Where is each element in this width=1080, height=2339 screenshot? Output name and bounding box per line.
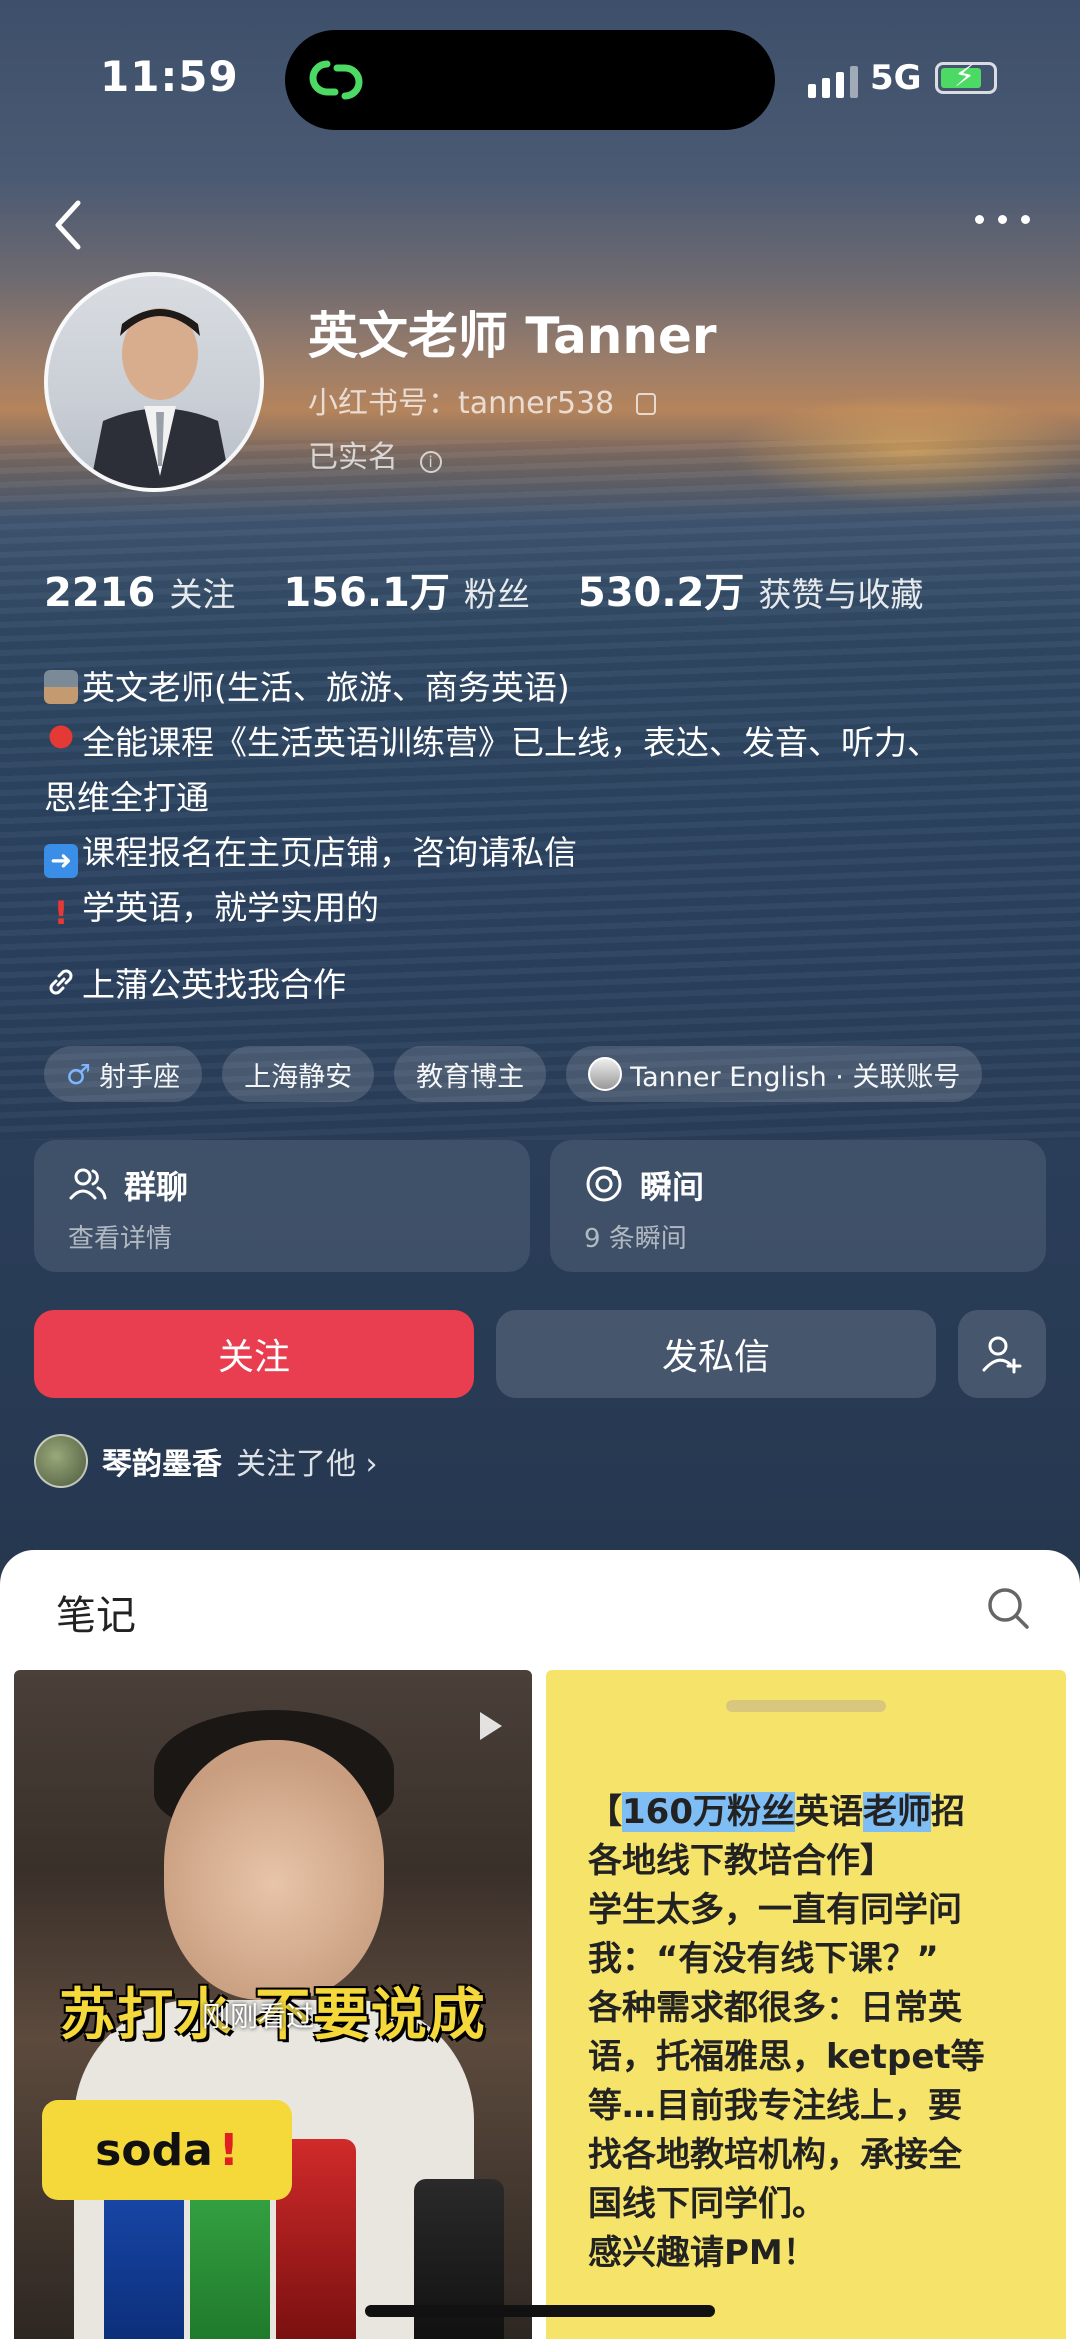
note-line: 各地线下教培合作】 (588, 1841, 894, 1881)
note-line: 【160万粉丝英语老师招 (588, 1792, 965, 1832)
stat-label: 关注 (169, 575, 236, 614)
tag-label: Tanner English · 关联账号 (630, 1061, 961, 1093)
card-title: 瞬间 (640, 1168, 705, 1206)
info-icon[interactable]: i (419, 451, 442, 473)
group-icon (69, 1168, 107, 1200)
message-button[interactable]: 发私信 (496, 1310, 936, 1398)
soda-label: soda! (42, 2100, 292, 2200)
signal-icon (808, 66, 858, 98)
card-title: 群聊 (124, 1168, 189, 1206)
note-line: 各种需求都很多：日常英 (588, 1988, 962, 2028)
stat-value: 530.2万 (577, 570, 745, 616)
teacher-emoji-icon (44, 670, 78, 704)
more-options-icon[interactable] (975, 215, 1030, 224)
stat-value: 156.1万 (283, 570, 450, 616)
card-subtitle: 查看详情 (68, 1224, 173, 1254)
stat-value: 2216 (44, 570, 156, 616)
bio-text: 英文老师(生活、旅游、商务英语) (82, 668, 570, 707)
cooperation-link[interactable]: 上蒲公英找我合作 (44, 958, 346, 1006)
note-card-text[interactable]: 【160万粉丝英语老师招 各地线下教培合作】 学生太多，一直有同学问 我：“有没… (546, 1670, 1066, 2339)
verified-status: 已实名 i (308, 432, 442, 476)
bio-line: 英文老师(生活、旅游、商务英语) (44, 660, 1044, 715)
red-id-text: 小红书号：tanner538 (308, 386, 615, 421)
cooperation-link-text: 上蒲公英找我合作 (82, 965, 346, 1004)
note-line: 等…目前我专注线上，要 (588, 2086, 962, 2126)
arrow-right-emoji-icon: ➜ (44, 844, 78, 878)
note-line: 国线下同学们。 (588, 2184, 826, 2224)
bio-line: 思维全打通 (44, 770, 1044, 825)
tag-category[interactable]: 教育博主 (394, 1046, 547, 1102)
note-text: 【160万粉丝英语老师招 各地线下教培合作】 学生太多，一直有同学问 我：“有没… (588, 1788, 1048, 2278)
moments-card[interactable]: 瞬间 9 条瞬间 (550, 1140, 1046, 1272)
note-line: 找各地教培机构，承接全 (588, 2135, 962, 2175)
tag-zodiac[interactable]: ♂ 射手座 (44, 1046, 203, 1102)
bio-text: 思维全打通 (44, 778, 209, 817)
bio-line: 全能课程《生活英语训练营》已上线，表达、发音、听力、 (44, 715, 1044, 770)
home-indicator[interactable] (365, 2305, 715, 2317)
tag-label: 教育博主 (416, 1061, 525, 1093)
profile-tags: ♂ 射手座 上海静安 教育博主 Tanner English · 关联账号 (44, 1046, 983, 1102)
link-activity-icon (309, 60, 363, 100)
mutual-follower[interactable]: 琴韵墨香 关注了他 › (34, 1434, 378, 1488)
mutual-name: 琴韵墨香 (102, 1447, 222, 1482)
bio-line: ! 学英语，就学实用的 (44, 880, 1044, 935)
thumbnail-face (164, 1740, 384, 2000)
stat-likes[interactable]: 530.2万 获赞与收藏 (578, 560, 924, 618)
linked-account-avatar (588, 1057, 623, 1091)
profile-avatar[interactable] (44, 272, 264, 492)
mutual-avatar (34, 1434, 88, 1488)
bio-text: 学英语，就学实用的 (82, 888, 379, 927)
note-decoration (726, 1700, 886, 1712)
bio-text: 全能课程《生活英语训练营》已上线，表达、发音、听力、 (82, 723, 940, 762)
stat-fans[interactable]: 156.1万 粉丝 (283, 560, 530, 618)
note-line: 我：“有没有线下课？” (588, 1939, 939, 1979)
stat-label: 粉丝 (463, 575, 530, 614)
exclamation-emoji-icon: ! (53, 894, 69, 932)
soda-exclaim: ! (218, 2124, 239, 2176)
stat-following[interactable]: 2216 关注 (44, 568, 235, 616)
red-id[interactable]: 小红书号：tanner538 (308, 378, 656, 422)
note-line: 感兴趣请PM！ (588, 2233, 817, 2273)
moments-icon (586, 1166, 622, 1202)
pin-emoji-icon (44, 725, 78, 759)
play-icon (480, 1712, 502, 1740)
bio-line: ➜ 课程报名在主页店铺，咨询请私信 (44, 825, 1044, 880)
note-line: 学生太多，一直有同学问 (588, 1890, 962, 1930)
mutual-text: 关注了他 › (236, 1447, 378, 1482)
copy-icon[interactable] (635, 393, 656, 415)
profile-name: 英文老师 Tanner (308, 307, 717, 365)
male-icon: ♂ (66, 1057, 92, 1091)
group-chat-card[interactable]: 群聊 查看详情 (34, 1140, 530, 1272)
card-subtitle: 9 条瞬间 (584, 1224, 687, 1254)
note-card-video[interactable]: 苏打水 不要说成 刚刚看过 soda! (14, 1670, 532, 2339)
search-icon[interactable] (985, 1585, 1031, 1631)
tag-label: 射手座 (99, 1061, 181, 1093)
tag-linked-account[interactable]: Tanner English · 关联账号 (566, 1046, 983, 1102)
add-user-icon (982, 1336, 1022, 1374)
bio-text: 课程报名在主页店铺，咨询请私信 (82, 833, 577, 872)
back-arrow-icon[interactable] (48, 195, 88, 255)
battery-icon: ⚡ (935, 59, 997, 94)
recently-viewed-label: 刚刚看过 (202, 2000, 315, 2033)
network-type: 5G (870, 58, 922, 98)
verified-text: 已实名 (308, 440, 398, 475)
profile-bio: 英文老师(生活、旅游、商务英语) 全能课程《生活英语训练营》已上线，表达、发音、… (44, 660, 1044, 935)
tag-label: 上海静安 (244, 1061, 353, 1093)
soda-word: soda (95, 2124, 213, 2176)
profile-stats: 2216 关注 156.1万 粉丝 530.2万 获赞与收藏 (44, 560, 971, 618)
stat-label: 获赞与收藏 (758, 575, 924, 614)
status-time: 11:59 (100, 52, 239, 101)
tab-notes[interactable]: 笔记 (56, 1583, 136, 1641)
follow-button[interactable]: 关注 (34, 1310, 474, 1398)
note-line: 语，托福雅思，ketpet等 (588, 2037, 985, 2077)
add-friend-button[interactable] (958, 1310, 1046, 1398)
tag-location[interactable]: 上海静安 (222, 1046, 375, 1102)
link-icon (49, 969, 73, 995)
